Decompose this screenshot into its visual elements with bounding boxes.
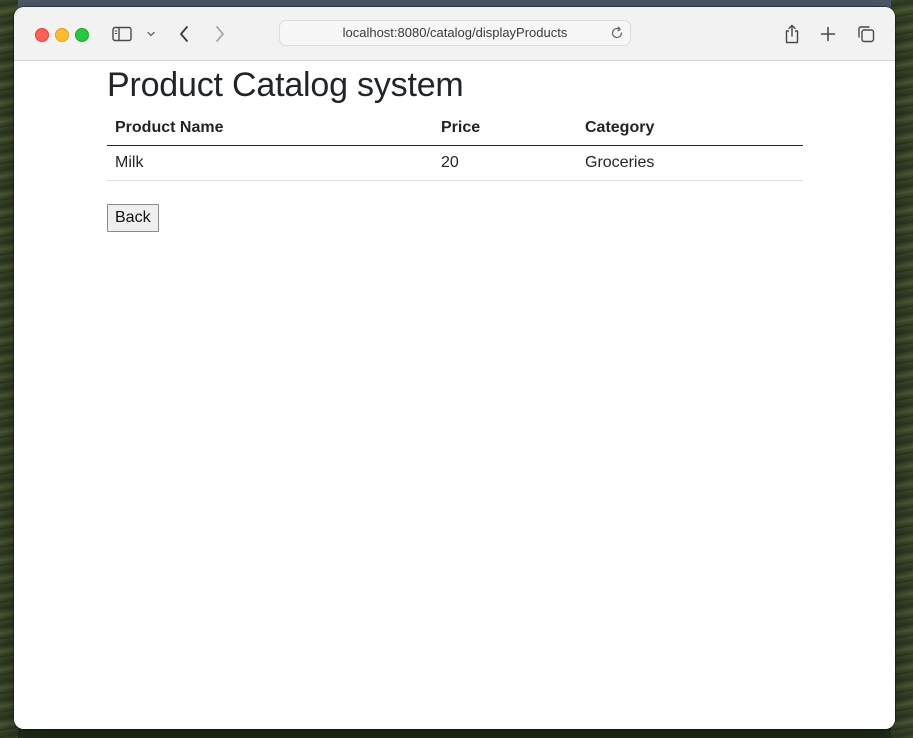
minimize-window-button[interactable]	[55, 28, 69, 42]
page-title: Product Catalog system	[107, 66, 464, 104]
reload-icon[interactable]	[610, 26, 624, 40]
share-icon[interactable]	[783, 22, 801, 46]
address-bar-url[interactable]: localhost:8080/catalog/displayProducts	[280, 21, 606, 45]
chevron-left-icon[interactable]	[176, 22, 192, 46]
column-header-price: Price	[433, 116, 577, 146]
tabs-icon[interactable]	[857, 22, 875, 46]
back-button[interactable]: Back	[107, 204, 159, 232]
plus-icon[interactable]	[819, 22, 837, 46]
address-bar[interactable]: localhost:8080/catalog/displayProducts	[279, 20, 631, 46]
column-header-category: Category	[577, 116, 803, 146]
product-table: Product Name Price Category Milk 20 Groc…	[107, 116, 803, 181]
chevron-down-icon[interactable]	[145, 22, 157, 46]
table-header-row: Product Name Price Category	[107, 116, 803, 146]
cell-product-name: Milk	[107, 145, 433, 181]
cell-price: 20	[433, 145, 577, 181]
browser-toolbar: localhost:8080/catalog/displayProducts	[14, 7, 895, 61]
page-content: Product Catalog system Product Name Pric…	[14, 61, 895, 729]
close-window-button[interactable]	[35, 28, 49, 42]
table-row: Milk 20 Groceries	[107, 145, 803, 181]
column-header-product-name: Product Name	[107, 116, 433, 146]
zoom-window-button[interactable]	[75, 28, 89, 42]
cell-category: Groceries	[577, 145, 803, 181]
sidebar-icon[interactable]	[112, 22, 132, 46]
browser-window: localhost:8080/catalog/displayProducts P…	[14, 7, 895, 729]
chevron-right-icon[interactable]	[212, 22, 228, 46]
